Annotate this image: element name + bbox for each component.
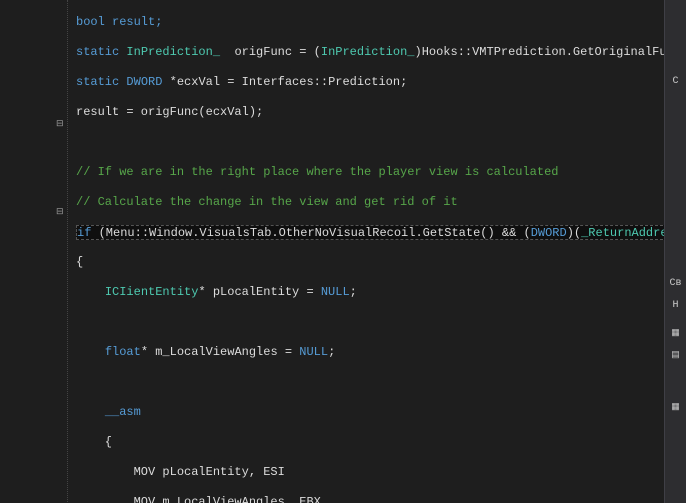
- sidebar-tab[interactable]: C: [665, 70, 686, 92]
- layout-icon[interactable]: ▦: [665, 322, 686, 344]
- fold-icon[interactable]: ⊟: [56, 118, 64, 129]
- fold-icon[interactable]: ⊟: [56, 206, 64, 217]
- layout-icon[interactable]: ▦: [665, 396, 686, 418]
- layout-icon[interactable]: ▤: [665, 344, 686, 366]
- gutter: ⊟ ⊟: [0, 0, 68, 503]
- right-sidebar: C Св H ▦ ▤ ▦: [664, 0, 686, 503]
- sidebar-tab[interactable]: Св: [665, 272, 686, 294]
- sidebar-tab[interactable]: H: [665, 294, 686, 316]
- code-line: bool result;: [76, 15, 162, 29]
- code-area[interactable]: bool result; static InPrediction_ origFu…: [68, 0, 668, 503]
- code-editor[interactable]: ⊟ ⊟ bool result; static InPrediction_ or…: [0, 0, 686, 503]
